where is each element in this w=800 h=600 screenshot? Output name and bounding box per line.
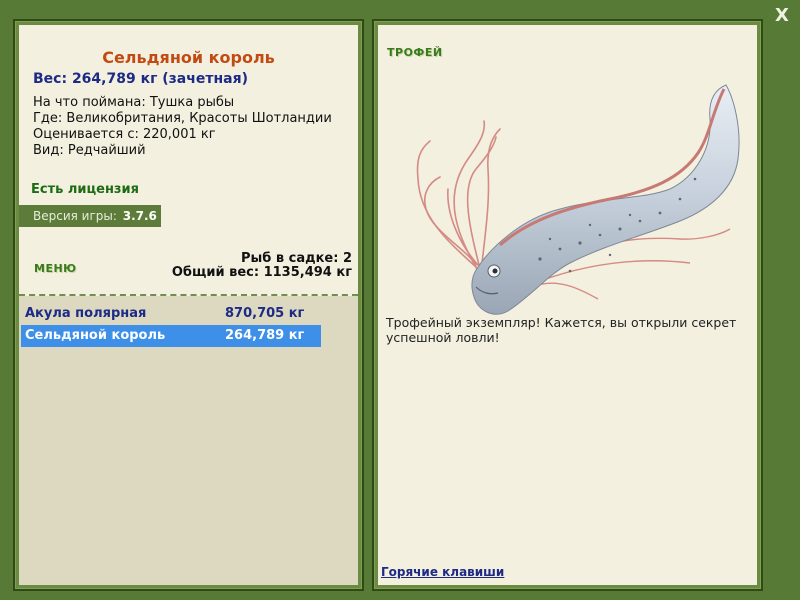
info-rarity: Вид: Редчайший bbox=[33, 143, 146, 158]
catch-list: Акула полярная 870,705 кг Сельдяной коро… bbox=[19, 296, 358, 585]
catch-info-panel: Сельдяной король Вес: 264,789 кг (зачетн… bbox=[19, 25, 358, 585]
cage-stats: Рыб в садке: 2 Общий вес: 1135,494 кг bbox=[172, 252, 352, 280]
version-value: 3.7.6 bbox=[122, 209, 157, 223]
trophy-description: Трофейный экземпляр! Кажется, вы открыли… bbox=[386, 315, 737, 345]
trophy-panel: ТРОФЕЙ Трофейный экземпляр! Кажется, вы … bbox=[378, 25, 757, 585]
catch-weight: 264,789 кг bbox=[225, 328, 305, 343]
info-min-weight: Оценивается с: 220,001 кг bbox=[33, 127, 216, 142]
catch-row-selected[interactable]: Сельдяной король 264,789 кг bbox=[21, 325, 321, 347]
catch-row[interactable]: Акула полярная 870,705 кг bbox=[21, 303, 321, 325]
oarfish-image bbox=[416, 84, 740, 315]
hotkeys-link[interactable]: Горячие клавиши bbox=[381, 565, 504, 579]
cage-total-weight: Общий вес: 1135,494 кг bbox=[171, 265, 352, 280]
fish-info: На что поймана: Тушка рыбы Где: Великобр… bbox=[33, 95, 332, 159]
cage-count: Рыб в садке: 2 bbox=[240, 251, 352, 266]
catch-name: Сельдяной король bbox=[25, 328, 166, 343]
fish-title: Сельдяной король bbox=[102, 48, 275, 67]
license-status: Есть лицензия bbox=[31, 182, 139, 197]
menu-button[interactable]: МЕНЮ bbox=[34, 262, 77, 275]
version-bar: Версия игры: 3.7.6 bbox=[19, 205, 161, 227]
version-label: Версия игры: bbox=[33, 209, 117, 223]
close-button[interactable]: X bbox=[773, 6, 791, 26]
catch-name: Акула полярная bbox=[25, 306, 147, 321]
catch-weight: 870,705 кг bbox=[225, 306, 305, 321]
fish-weight: Вес: 264,789 кг (зачетная) bbox=[33, 71, 248, 87]
info-bait: На что поймана: Тушка рыбы bbox=[33, 95, 235, 110]
info-location: Где: Великобритания, Красоты Шотландии bbox=[33, 111, 332, 126]
